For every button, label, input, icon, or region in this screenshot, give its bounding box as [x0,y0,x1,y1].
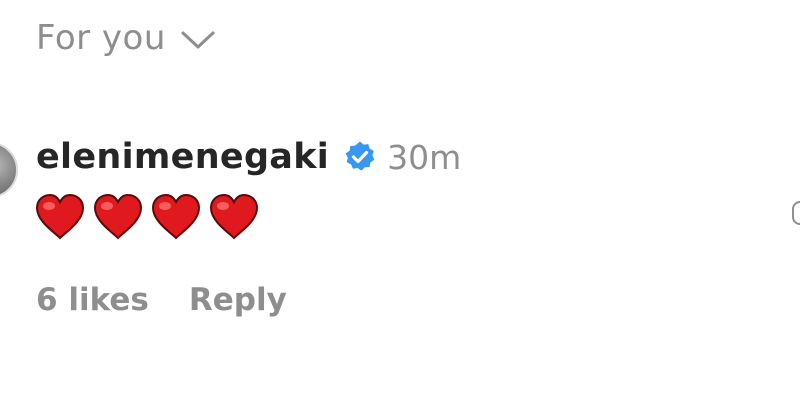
red-heart-emoji-icon [209,193,259,240]
verified-badge-icon [343,140,377,174]
comment-timestamp[interactable]: 30m [387,138,461,177]
red-heart-emoji-icon [151,193,201,240]
comment-thread-view: For you elenimenegaki 30m 6 likes Reply [0,0,800,400]
comment-sort-dropdown[interactable]: For you [36,18,216,58]
comment-header: elenimenegaki 30m [36,137,461,177]
avatar[interactable] [0,142,18,198]
username-link[interactable]: elenimenegaki [36,137,329,177]
comment-actions: 6 likes Reply [36,282,287,318]
like-heart-icon[interactable] [792,201,800,225]
chevron-down-icon [180,29,216,51]
red-heart-emoji-icon [93,193,143,240]
comment-text [34,193,260,241]
red-heart-emoji-icon [35,193,85,240]
sort-label: For you [36,18,166,58]
reply-button[interactable]: Reply [189,282,287,318]
likes-count[interactable]: 6 likes [36,282,149,318]
